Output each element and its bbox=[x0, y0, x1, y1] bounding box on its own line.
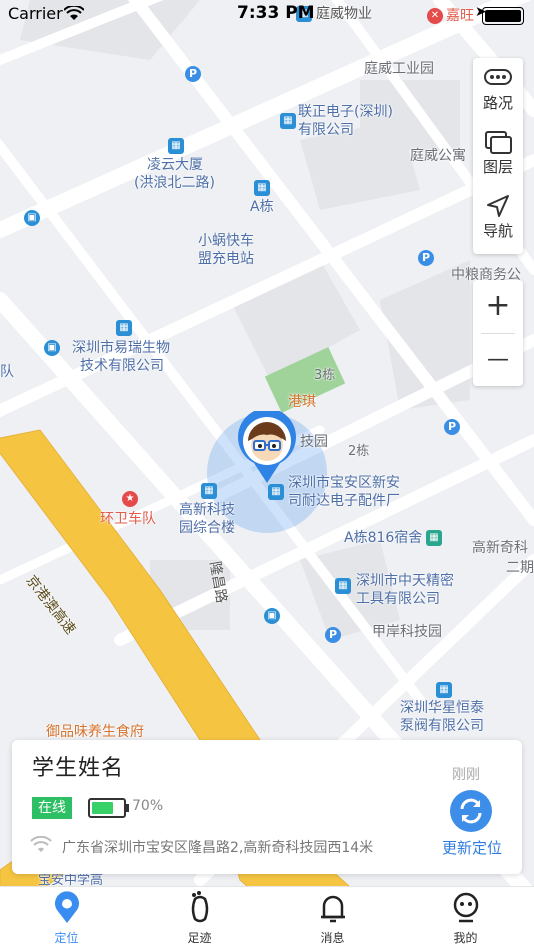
poi-gaoxinqi-line1[interactable]: 高新奇科 bbox=[472, 539, 528, 557]
parking-icon: P bbox=[325, 627, 341, 643]
status-bar: Carrier 7:33 PM ➤ bbox=[0, 0, 534, 30]
poi-lianzheng-line1[interactable]: 联正电子(深圳) bbox=[298, 103, 393, 121]
zoom-controls: + — bbox=[473, 280, 523, 386]
location-address: 广东省深圳市宝安区隆昌路2,高新奇科技园西14米 bbox=[62, 840, 374, 856]
poi-bldg2[interactable]: 2栋 bbox=[348, 443, 369, 461]
bottom-tab-bar: 定位 足迹 消息 我的 bbox=[0, 886, 534, 951]
poi-lianzheng-line2[interactable]: 有限公司 bbox=[298, 121, 354, 139]
building-icon: ▦ bbox=[168, 138, 184, 154]
navigation-arrow-icon bbox=[487, 195, 509, 217]
bus-stop-icon: ▣ bbox=[44, 340, 60, 356]
signal-icon bbox=[30, 836, 52, 852]
carrier-label: Carrier bbox=[8, 4, 63, 23]
building-icon: ▦ bbox=[335, 578, 351, 594]
building-icon: ▦ bbox=[201, 483, 217, 499]
poi-gangqi[interactable]: 港琪 bbox=[288, 393, 316, 411]
parking-icon: P bbox=[444, 419, 460, 435]
update-time-label: 刚刚 bbox=[452, 767, 480, 783]
tab-footprint-label: 足迹 bbox=[187, 931, 212, 945]
poi-a816[interactable]: A栋816宿舍 bbox=[344, 529, 422, 547]
bus-stop-icon: ▣ bbox=[264, 608, 280, 624]
student-name: 学生姓名 bbox=[32, 756, 125, 781]
layers-label: 图层 bbox=[482, 158, 513, 176]
poi-dui[interactable]: 队 bbox=[0, 363, 14, 381]
poi-xinan-line1[interactable]: 深圳市宝安区新安 bbox=[288, 474, 400, 492]
tab-footprint[interactable]: 足迹 bbox=[133, 887, 266, 951]
poi-xiaowo-line1[interactable]: 小蜗快车 bbox=[198, 232, 254, 250]
tab-location[interactable]: 定位 bbox=[0, 887, 133, 951]
poi-zhongtian-line2[interactable]: 工具有限公司 bbox=[356, 590, 440, 608]
poi-yuping[interactable]: 御品味养生食府 bbox=[46, 723, 144, 741]
building-icon: ▦ bbox=[280, 113, 296, 129]
poi-huanwei[interactable]: 环卫车队 bbox=[100, 510, 156, 528]
building-icon: ▦ bbox=[254, 180, 270, 196]
navigate-button[interactable]: 导航 bbox=[473, 186, 523, 250]
poi-gaoxin-line1[interactable]: 高新科技 bbox=[179, 501, 235, 519]
poi-lingyun-line1[interactable]: 凌云大厦 bbox=[147, 156, 203, 174]
traffic-icon bbox=[484, 69, 512, 85]
bus-stop-icon: ▣ bbox=[24, 210, 40, 226]
clock: 7:33 PM bbox=[237, 3, 315, 23]
tab-profile[interactable]: 我的 bbox=[399, 887, 532, 951]
building-icon: ▦ bbox=[268, 484, 284, 500]
tab-messages[interactable]: 消息 bbox=[266, 887, 399, 951]
poi-huaxing-line1[interactable]: 深圳华星恒泰 bbox=[400, 699, 484, 717]
layers-button[interactable]: 图层 bbox=[473, 122, 523, 186]
building-icon: ▦ bbox=[116, 320, 132, 336]
zoom-out-button[interactable]: — bbox=[473, 334, 523, 386]
bell-icon bbox=[320, 895, 345, 923]
poi-a-building[interactable]: A栋 bbox=[250, 198, 274, 216]
tab-location-label: 定位 bbox=[54, 931, 79, 945]
poi-tingwei-apartment[interactable]: 庭威公寓 bbox=[410, 147, 466, 165]
poi-huaxing-line2[interactable]: 泵阀有限公司 bbox=[400, 717, 484, 735]
poi-tingwei-industrial[interactable]: 庭威工业园 bbox=[364, 60, 434, 78]
battery-percent: 70% bbox=[132, 798, 164, 814]
online-status-badge: 在线 bbox=[32, 797, 72, 819]
footprint-icon bbox=[191, 891, 208, 923]
poi-gaoxinqi-line2[interactable]: 二期 bbox=[506, 559, 534, 577]
tab-profile-label: 我的 bbox=[453, 931, 478, 945]
tab-messages-label: 消息 bbox=[320, 931, 345, 945]
student-location-marker[interactable] bbox=[236, 411, 298, 485]
wifi-icon bbox=[64, 6, 84, 20]
building-icon: ▦ bbox=[426, 530, 442, 546]
profile-icon bbox=[453, 892, 478, 923]
building-icon: ▦ bbox=[436, 682, 452, 698]
poi-yiruibio-line2[interactable]: 技术有限公司 bbox=[80, 357, 164, 375]
refresh-location-button[interactable] bbox=[450, 790, 492, 832]
poi-xinan-line2[interactable]: 司耐达电子配件厂 bbox=[288, 492, 400, 510]
traffic-label: 路况 bbox=[482, 94, 513, 112]
poi-lingyun-line2[interactable]: (洪浪北二路) bbox=[134, 174, 215, 192]
battery-status-icon bbox=[482, 7, 524, 25]
student-info-card: 学生姓名 刚刚 在线 70% 广东省深圳市宝安区隆昌路2,高新奇科技园西14米 … bbox=[12, 740, 522, 874]
poi-jia-an[interactable]: 甲岸科技园 bbox=[372, 623, 442, 641]
location-icon bbox=[54, 891, 79, 923]
refresh-location-label[interactable]: 更新定位 bbox=[442, 837, 502, 858]
layers-icon bbox=[485, 131, 512, 154]
parking-icon: P bbox=[418, 250, 434, 266]
poi-bldg3[interactable]: 3栋 bbox=[314, 367, 335, 385]
parking-icon: P bbox=[185, 66, 201, 82]
fire-station-icon: ★ bbox=[122, 491, 138, 507]
map-toolbox: 路况 图层 导航 bbox=[473, 58, 523, 254]
battery-icon bbox=[88, 798, 129, 818]
poi-yiruibio-line1[interactable]: 深圳市易瑞生物 bbox=[72, 339, 170, 357]
poi-gaoxin-line2[interactable]: 园综合楼 bbox=[179, 519, 235, 537]
refresh-icon bbox=[460, 798, 482, 824]
poi-zhongtian-line1[interactable]: 深圳市中天精密 bbox=[356, 572, 454, 590]
poi-xiaowo-line2[interactable]: 盟充电站 bbox=[198, 250, 254, 268]
zoom-in-button[interactable]: + bbox=[473, 280, 523, 332]
poi-tech-park[interactable]: 技园 bbox=[300, 433, 328, 451]
navigate-label: 导航 bbox=[482, 222, 513, 240]
traffic-button[interactable]: 路况 bbox=[473, 58, 523, 122]
